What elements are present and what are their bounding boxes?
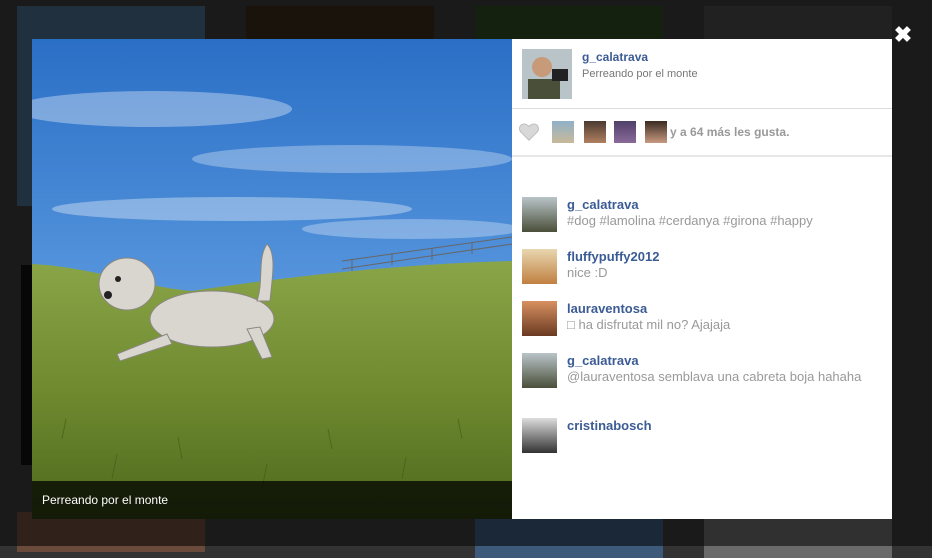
- comment-username[interactable]: g_calatrava: [567, 353, 639, 368]
- comment-username[interactable]: fluffypuffy2012: [567, 249, 659, 264]
- comment-username[interactable]: lauraventosa: [567, 301, 647, 316]
- comment-text: nice :D: [567, 265, 608, 280]
- comment-username[interactable]: g_calatrava: [567, 197, 639, 212]
- comment-text: #dog #lamolina #cerdanya #girona #happy: [567, 213, 813, 228]
- avatar-icon: [522, 49, 572, 99]
- owner-avatar[interactable]: [522, 49, 572, 99]
- comment-item: g_calatrava @lauraventosa semblava una c…: [522, 353, 882, 405]
- comment-item: fluffypuffy2012 nice :D: [522, 249, 882, 289]
- commenter-avatar[interactable]: [522, 353, 557, 388]
- liker-avatar[interactable]: [552, 121, 574, 143]
- details-panel: g_calatrava Perreando por el monte y a 6…: [512, 39, 892, 519]
- liker-avatar[interactable]: [584, 121, 606, 143]
- photo-modal: Perreando por el monte g_calatrava Perre…: [32, 39, 892, 519]
- commenter-avatar[interactable]: [522, 197, 557, 232]
- liker-avatar[interactable]: [614, 121, 636, 143]
- likes-row: y a 64 más les gusta.: [512, 109, 892, 155]
- commenter-avatar[interactable]: [522, 301, 557, 336]
- close-button[interactable]: ✖: [892, 24, 914, 46]
- liker-avatar[interactable]: [645, 121, 667, 143]
- owner-caption: Perreando por el monte: [582, 68, 698, 80]
- dog-running-photo: [32, 39, 512, 519]
- comment-text: □ ha disfrutat mil no? Ajajaja: [567, 317, 731, 332]
- likes-count-text: y a 64 más les gusta.: [670, 125, 790, 139]
- commenter-avatar[interactable]: [522, 249, 557, 284]
- comment-username[interactable]: cristinabosch: [567, 418, 652, 433]
- owner-username[interactable]: g_calatrava: [582, 50, 648, 64]
- comment-item: lauraventosa □ ha disfrutat mil no? Ajaj…: [522, 301, 882, 341]
- divider: [512, 155, 892, 157]
- heart-icon[interactable]: [518, 121, 540, 143]
- comment-text: @lauraventosa semblava una cabreta boja …: [567, 369, 862, 384]
- comment-item: cristinabosch: [522, 418, 882, 458]
- photo-caption: Perreando por el monte: [32, 481, 512, 519]
- owner-header: g_calatrava Perreando por el monte: [522, 49, 882, 99]
- comment-item: g_calatrava #dog #lamolina #cerdanya #gi…: [522, 197, 882, 237]
- main-photo: Perreando por el monte: [32, 39, 512, 519]
- commenter-avatar[interactable]: [522, 418, 557, 453]
